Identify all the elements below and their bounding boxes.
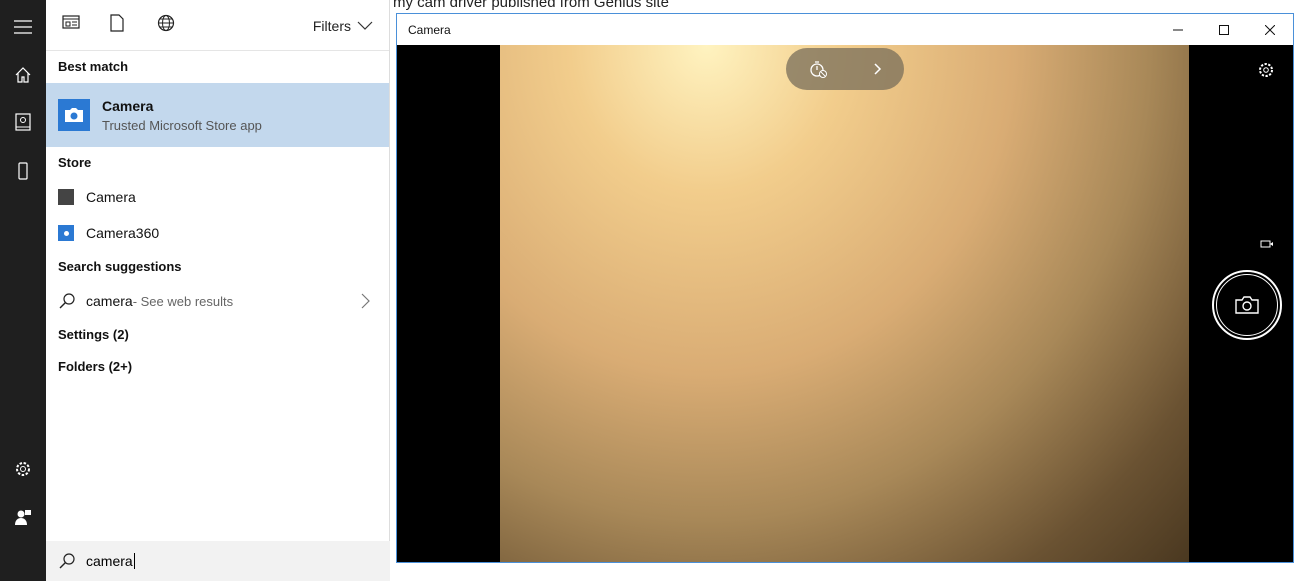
camera-icon xyxy=(1235,296,1259,314)
maximize-button[interactable] xyxy=(1201,14,1247,45)
take-photo-button[interactable] xyxy=(1212,270,1282,340)
documents-filter-icon[interactable] xyxy=(110,14,124,35)
camera-titlebar: Camera xyxy=(397,14,1293,45)
start-rail xyxy=(0,0,46,581)
store-item-label: Camera xyxy=(86,189,136,205)
camera-settings-icon[interactable] xyxy=(1258,62,1274,78)
home-icon[interactable] xyxy=(0,57,46,93)
suggestion-hint: - See web results xyxy=(132,293,234,309)
minimize-button[interactable] xyxy=(1155,14,1201,45)
settings-icon[interactable] xyxy=(0,451,46,487)
video-mode-icon[interactable] xyxy=(1260,239,1274,249)
search-suggestions-header: Search suggestions xyxy=(58,259,182,274)
device-icon[interactable] xyxy=(0,153,46,189)
hamburger-menu-icon[interactable] xyxy=(0,9,46,45)
web-suggestion[interactable]: camera - See web results xyxy=(46,283,389,319)
feedback-icon[interactable] xyxy=(0,499,46,535)
notebook-icon[interactable] xyxy=(0,104,46,140)
best-match-title: Camera xyxy=(102,97,154,114)
camera360-app-icon xyxy=(58,225,74,241)
chevron-down-icon xyxy=(357,21,373,30)
store-item-camera[interactable]: Camera xyxy=(46,179,389,215)
suggestion-query: camera xyxy=(86,293,133,309)
search-toolbar: Filters xyxy=(46,0,389,51)
window-title: Camera xyxy=(408,22,451,37)
chevron-right-icon[interactable] xyxy=(873,63,882,75)
store-app-icon xyxy=(58,189,74,205)
timer-off-icon[interactable] xyxy=(809,59,829,79)
filters-label: Filters xyxy=(312,18,351,34)
web-filter-icon[interactable] xyxy=(157,14,175,35)
store-item-label: Camera360 xyxy=(86,225,160,241)
search-panel: Filters Best match Camera Trusted Micros… xyxy=(46,0,390,581)
settings-results[interactable]: Settings (2) xyxy=(46,319,389,351)
search-icon xyxy=(59,553,75,569)
best-match-camera[interactable]: Camera Trusted Microsoft Store app xyxy=(46,83,389,147)
search-input[interactable]: camera xyxy=(86,553,135,569)
best-match-header: Best match xyxy=(58,59,129,74)
best-match-subtitle: Trusted Microsoft Store app xyxy=(102,117,262,133)
background-text: my cam driver published from Genius site xyxy=(393,0,669,11)
store-header: Store xyxy=(58,155,92,170)
chevron-right-icon xyxy=(361,293,370,309)
filters-button[interactable]: Filters xyxy=(313,18,373,34)
search-icon xyxy=(59,293,75,309)
camera-window: Camera xyxy=(396,13,1294,563)
close-button[interactable] xyxy=(1247,14,1293,45)
camera-app-icon xyxy=(58,99,90,131)
timer-control[interactable] xyxy=(786,48,904,90)
folders-results[interactable]: Folders (2+) xyxy=(46,351,389,383)
store-item-camera360[interactable]: Camera360 xyxy=(46,215,389,251)
apps-filter-icon[interactable] xyxy=(62,14,80,33)
search-box[interactable]: camera xyxy=(46,541,390,581)
camera-preview xyxy=(500,45,1189,562)
